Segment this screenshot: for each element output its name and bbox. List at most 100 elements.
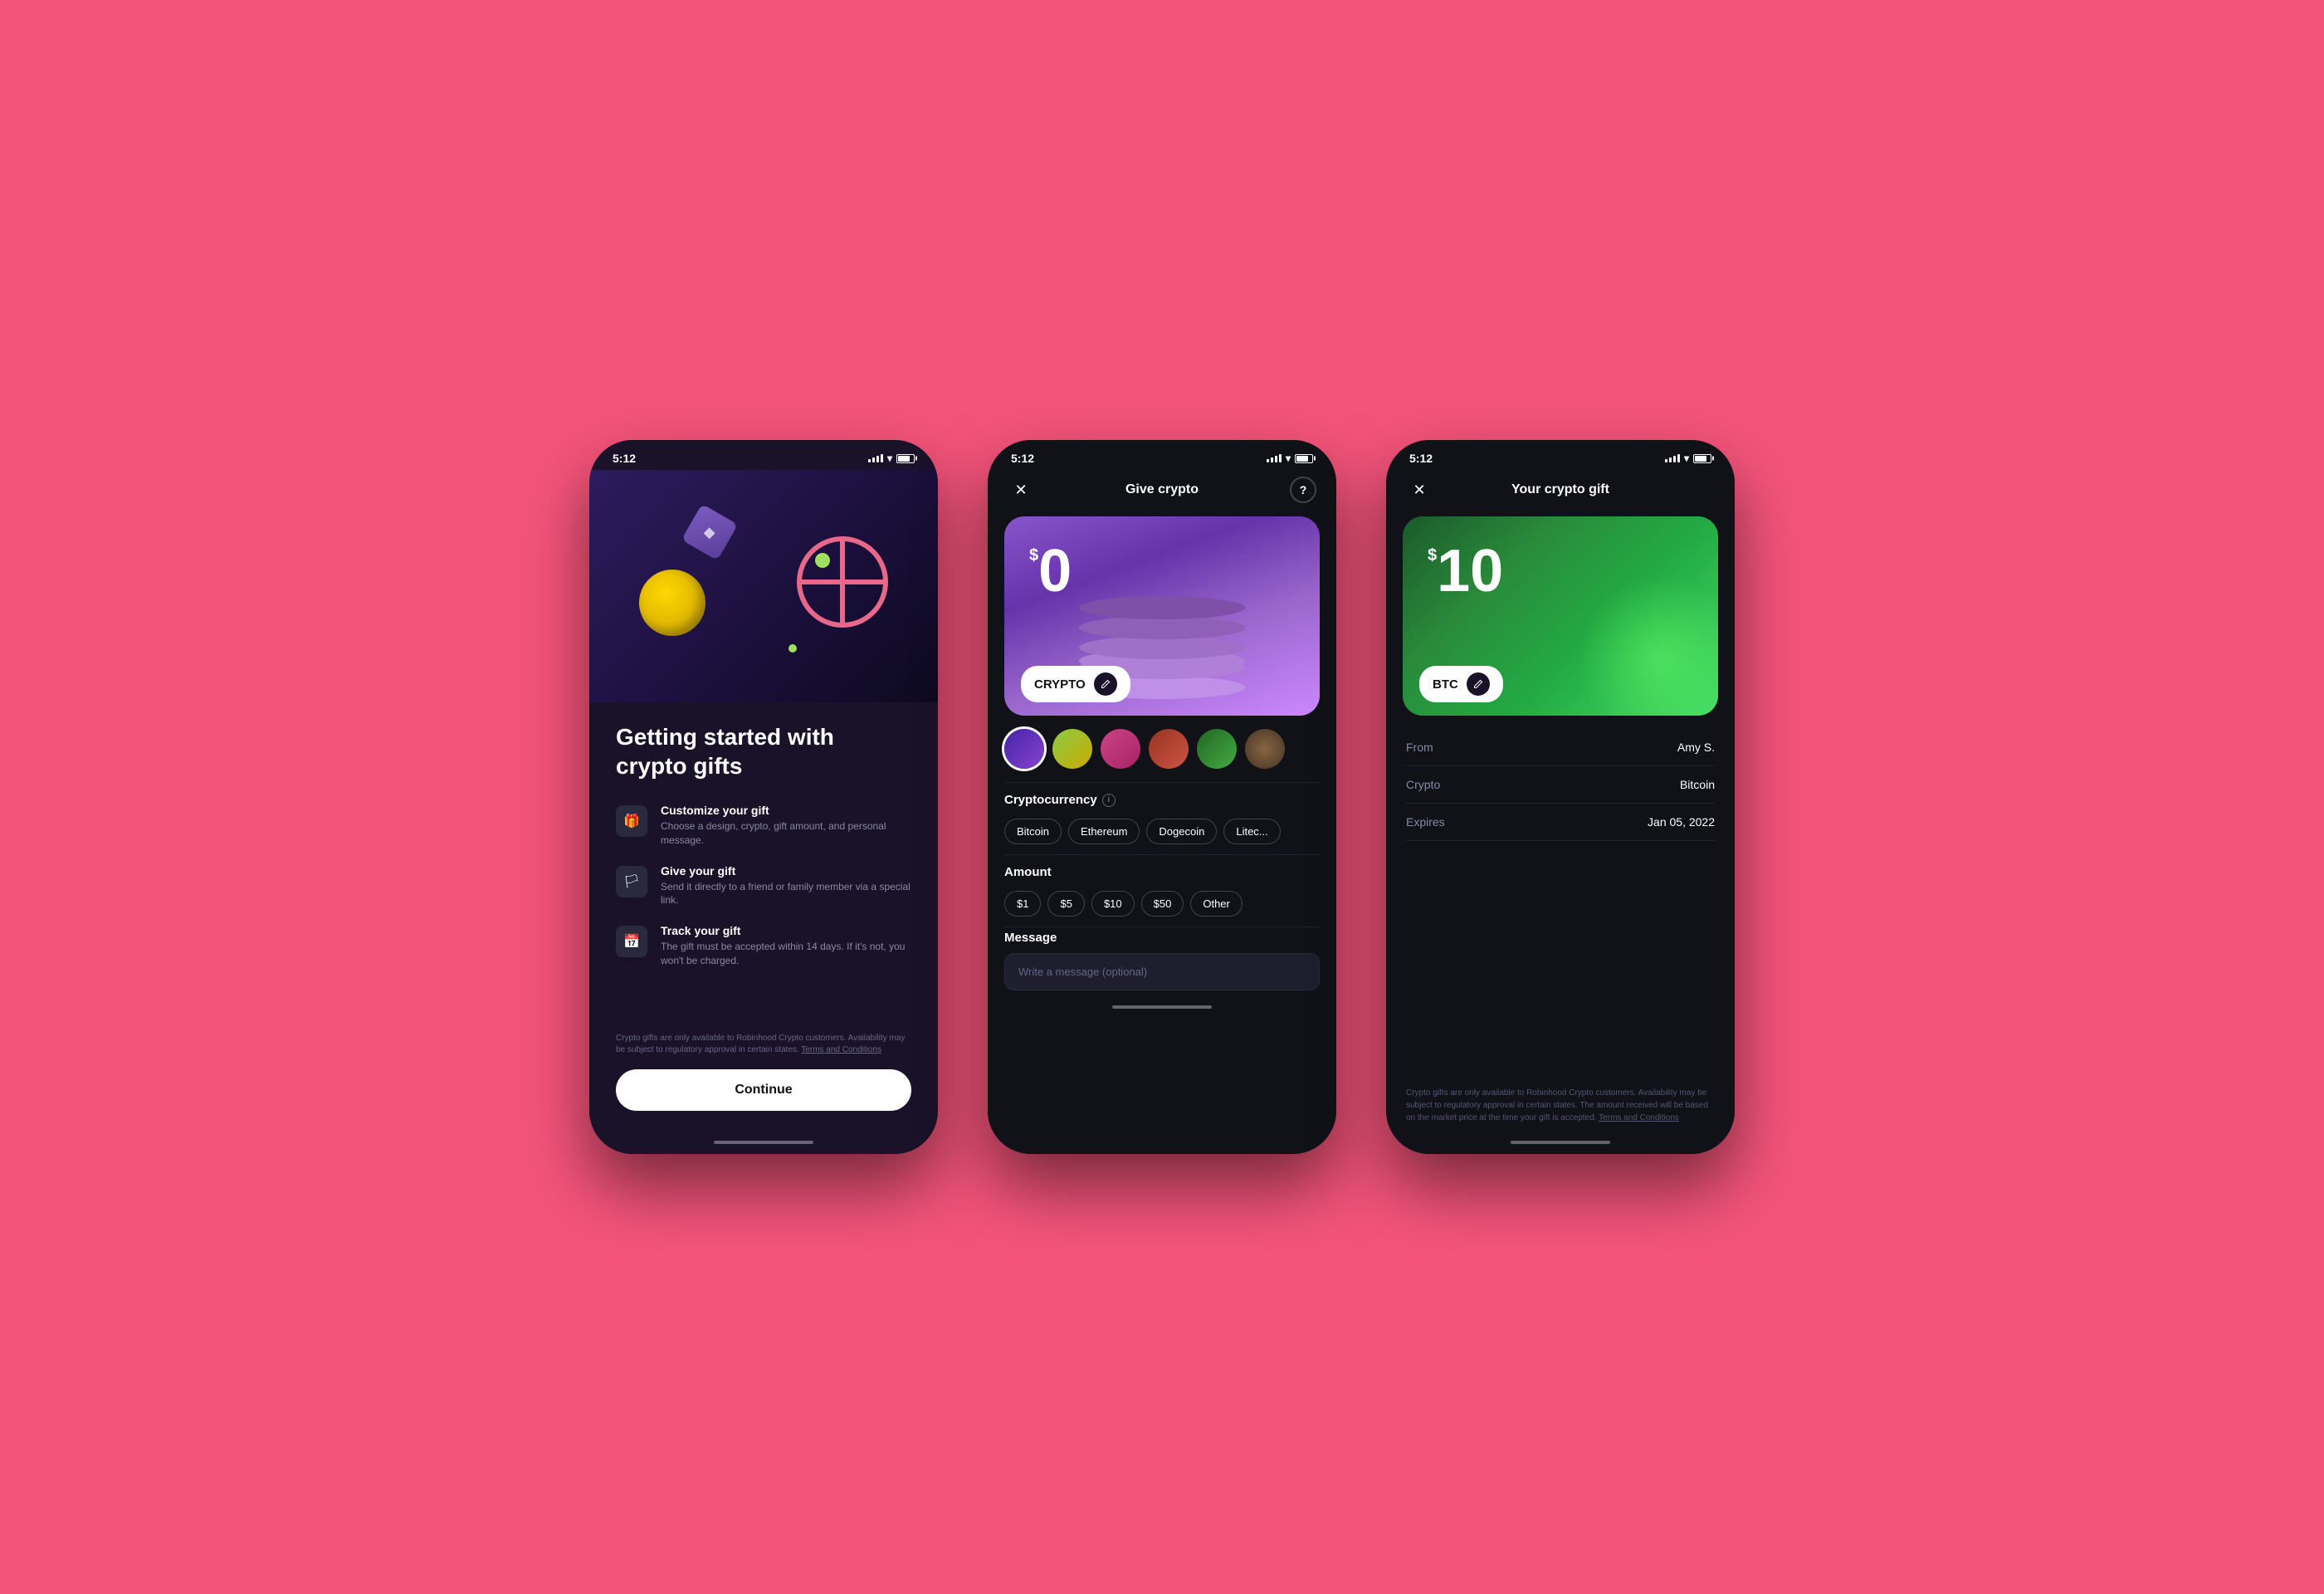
design-option-1[interactable] — [1004, 729, 1044, 769]
home-indicator-2 — [1112, 1005, 1212, 1009]
btc-type-text: BTC — [1433, 677, 1458, 692]
feature-give-title: Give your gift — [661, 864, 911, 878]
stack-disc-3 — [1079, 636, 1245, 659]
crypto-amount: $ 0 — [1029, 541, 1072, 601]
feature-give: 🏳 Give your gift Send it directly to a f… — [616, 864, 911, 908]
page-title: Getting started with crypto gifts — [616, 722, 911, 780]
status-icons-3: ▾ — [1665, 452, 1711, 464]
design-option-3[interactable] — [1101, 729, 1140, 769]
btc-gift-card: $ 10 BTC — [1403, 516, 1718, 716]
phone-2: 5:12 ▾ ✕ Give crypto ? — [988, 440, 1336, 1154]
crypto-value: Bitcoin — [1680, 778, 1715, 791]
status-bar-2: 5:12 ▾ — [988, 440, 1336, 470]
battery-icon-3 — [1693, 454, 1711, 463]
phone-1: 5:12 ▾ — [589, 440, 938, 1154]
feature-give-text: Give your gift Send it directly to a fri… — [661, 864, 911, 908]
phone-1-screen: 5:12 ▾ — [589, 440, 938, 1154]
crypto-type-label: CRYPTO — [1021, 666, 1130, 702]
from-label: From — [1406, 741, 1433, 754]
continue-button[interactable]: Continue — [616, 1069, 911, 1111]
design-picker — [988, 716, 1336, 782]
design-option-6[interactable] — [1245, 729, 1285, 769]
expires-label: Expires — [1406, 815, 1445, 829]
pill-50[interactable]: $50 — [1141, 891, 1184, 917]
design-option-4[interactable] — [1149, 729, 1189, 769]
crypto-type-text: CRYPTO — [1034, 677, 1086, 692]
status-icons-1: ▾ — [868, 452, 915, 464]
feature-track-desc: The gift must be accepted within 14 days… — [661, 940, 911, 968]
crypto-pill-row: Bitcoin Ethereum Dogecoin Litec... — [988, 815, 1336, 854]
cryptocurrency-section-label: Cryptocurrency i — [988, 783, 1336, 815]
signal-icon-1 — [868, 454, 883, 462]
terms-link-3[interactable]: Terms and Conditions — [1599, 1113, 1679, 1122]
header-title-2: Give crypto — [1125, 482, 1199, 497]
pill-1[interactable]: $1 — [1004, 891, 1041, 917]
edit-btc-button[interactable] — [1467, 672, 1490, 696]
signal-icon-2 — [1267, 454, 1282, 462]
edit-crypto-button[interactable] — [1094, 672, 1117, 696]
status-time-3: 5:12 — [1409, 452, 1433, 465]
crypto-number: 0 — [1038, 541, 1072, 601]
pill-bitcoin[interactable]: Bitcoin — [1004, 819, 1062, 844]
pill-dogecoin[interactable]: Dogecoin — [1146, 819, 1217, 844]
gift-icon: 🎁 — [616, 805, 647, 837]
wifi-icon-2: ▾ — [1286, 452, 1291, 464]
btc-dollar: $ — [1428, 546, 1437, 565]
pill-ethereum[interactable]: Ethereum — [1068, 819, 1140, 844]
home-indicator-1 — [714, 1141, 813, 1144]
coin-green-small — [815, 553, 830, 568]
feature-track: 📅 Track your gift The gift must be accep… — [616, 924, 911, 968]
pill-10[interactable]: $10 — [1091, 891, 1135, 917]
feature-customize: 🎁 Customize your gift Choose a design, c… — [616, 804, 911, 848]
message-label: Message — [1004, 931, 1320, 945]
phone-3: 5:12 ▾ ✕ Your crypto gift — [1386, 440, 1735, 1154]
message-input[interactable]: Write a message (optional) — [1004, 953, 1320, 990]
detail-expires: Expires Jan 05, 2022 — [1406, 804, 1715, 841]
pill-other[interactable]: Other — [1190, 891, 1243, 917]
message-section: Message Write a message (optional) — [988, 927, 1336, 999]
detail-from: From Amy S. — [1406, 729, 1715, 766]
btc-glow — [1577, 575, 1718, 716]
home-indicator-3 — [1511, 1141, 1610, 1144]
gift-details: From Amy S. Crypto Bitcoin Expires Jan 0… — [1386, 716, 1735, 1087]
coin-green-dot — [788, 644, 797, 653]
battery-icon-2 — [1295, 454, 1313, 463]
coin-yellow — [639, 570, 706, 636]
close-button-3[interactable]: ✕ — [1406, 477, 1433, 503]
coin-purple — [681, 504, 738, 560]
help-button[interactable]: ? — [1290, 477, 1316, 503]
coin-pink — [797, 536, 888, 628]
feature-customize-desc: Choose a design, crypto, gift amount, an… — [661, 819, 911, 848]
stack-disc-4 — [1079, 616, 1245, 639]
calendar-icon: 📅 — [616, 926, 647, 957]
feature-customize-title: Customize your gift — [661, 804, 911, 817]
phone-2-screen: 5:12 ▾ ✕ Give crypto ? — [988, 440, 1336, 1154]
status-time-2: 5:12 — [1011, 452, 1034, 465]
pencil-icon — [1101, 679, 1111, 689]
pencil-icon-3 — [1473, 679, 1483, 689]
pill-litecoin[interactable]: Litec... — [1223, 819, 1280, 844]
btc-number: 10 — [1437, 541, 1503, 601]
amount-section-label: Amount — [988, 855, 1336, 887]
phone1-content: Getting started with crypto gifts 🎁 Cust… — [589, 702, 938, 1134]
feature-track-title: Track your gift — [661, 924, 911, 937]
cryptocurrency-label: Cryptocurrency — [1004, 793, 1097, 807]
phone-3-screen: 5:12 ▾ ✕ Your crypto gift — [1386, 440, 1735, 1154]
close-button[interactable]: ✕ — [1008, 477, 1034, 503]
pill-5[interactable]: $5 — [1047, 891, 1084, 917]
terms-link-1[interactable]: Terms and Conditions — [801, 1045, 881, 1054]
phone2-header: ✕ Give crypto ? — [988, 470, 1336, 516]
crypto-label: Crypto — [1406, 778, 1440, 791]
phones-container: 5:12 ▾ — [589, 440, 1735, 1154]
disclaimer-1: Crypto gifts are only available to Robin… — [616, 1033, 911, 1056]
detail-crypto: Crypto Bitcoin — [1406, 766, 1715, 804]
info-icon[interactable]: i — [1102, 794, 1116, 807]
crypto-gift-card: $ 0 CRYPTO — [1004, 516, 1320, 716]
battery-icon-1 — [896, 454, 915, 463]
wifi-icon-3: ▾ — [1684, 452, 1689, 464]
status-bar-3: 5:12 ▾ — [1386, 440, 1735, 470]
design-option-2[interactable] — [1052, 729, 1092, 769]
status-time-1: 5:12 — [613, 452, 636, 465]
design-option-5[interactable] — [1197, 729, 1237, 769]
btc-type-label: BTC — [1419, 666, 1503, 702]
